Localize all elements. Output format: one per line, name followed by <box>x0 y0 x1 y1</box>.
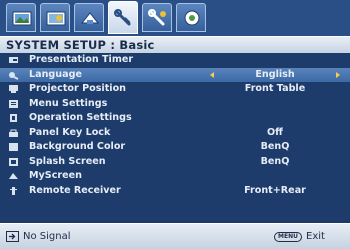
lock-icon <box>9 129 18 137</box>
menu-item-label: Language <box>29 68 82 80</box>
menu-item-label: Splash Screen <box>29 155 106 167</box>
tab-system-setup-advanced[interactable] <box>142 3 172 32</box>
menu-item-value: English <box>255 68 295 80</box>
menu-item-operation-settings[interactable]: Operation Settings <box>0 111 350 126</box>
menu-item-background-color[interactable]: Background Color BenQ <box>0 140 350 155</box>
menu-item-value: Front+Rear <box>244 184 306 196</box>
splash-screen-icon <box>9 157 18 166</box>
tab-display[interactable] <box>74 3 104 32</box>
status-bar: No Signal MENU Exit <box>0 223 350 249</box>
myscreen-icon <box>9 173 18 179</box>
menu-item-value: BenQ <box>260 155 290 167</box>
projector-position-icon <box>9 85 18 93</box>
menu-item-presentation-timer[interactable]: Presentation Timer <box>0 53 350 68</box>
background-color-icon <box>9 143 18 151</box>
menu-tab-strip <box>0 0 350 36</box>
menu-settings-icon <box>9 99 18 108</box>
picture-advanced-icon <box>46 11 66 26</box>
menu-item-label: Background Color <box>29 141 126 152</box>
tab-picture[interactable] <box>6 3 36 32</box>
menu-item-label: Projector Position <box>29 83 127 94</box>
menu-item-value: BenQ <box>260 141 290 152</box>
menu-item-label: MyScreen <box>29 170 82 181</box>
menu-item-myscreen[interactable]: MyScreen <box>0 169 350 184</box>
menu-item-value: Front Table <box>244 83 306 94</box>
menu-item-language[interactable]: Language English <box>0 67 350 82</box>
menu-item-label: Menu Settings <box>29 97 108 109</box>
arrow-right-icon[interactable] <box>336 71 340 78</box>
input-source-icon <box>6 231 19 242</box>
menu-item-label: Panel Key Lock <box>29 126 111 138</box>
picture-icon <box>12 11 32 26</box>
tab-picture-advanced[interactable] <box>40 3 70 32</box>
projector-osd: SYSTEM SETUP : Basic Presentation Timer … <box>0 0 350 249</box>
system-setup-basic-icon <box>114 9 131 26</box>
operation-settings-icon <box>10 114 17 122</box>
menu-item-panel-key-lock[interactable]: Panel Key Lock Off <box>0 126 350 141</box>
menu-item-label: Operation Settings <box>29 112 132 123</box>
menu-item-remote-receiver[interactable]: Remote Receiver Front+Rear <box>0 184 350 199</box>
exit-label: Exit <box>306 231 325 242</box>
menu-key-icon[interactable]: MENU <box>274 232 302 242</box>
information-icon <box>184 10 200 26</box>
tab-system-setup-basic[interactable] <box>108 1 138 34</box>
tab-information[interactable] <box>176 3 206 32</box>
menu-item-label: Remote Receiver <box>29 184 121 196</box>
menu-item-label: Presentation Timer <box>29 54 134 65</box>
display-icon <box>80 12 100 24</box>
menu-item-projector-position[interactable]: Projector Position Front Table <box>0 82 350 97</box>
language-icon <box>9 71 19 80</box>
arrow-left-icon[interactable] <box>210 71 214 78</box>
menu-item-menu-settings[interactable]: Menu Settings <box>0 97 350 112</box>
signal-status: No Signal <box>23 231 71 242</box>
system-setup-advanced-icon <box>148 9 166 26</box>
menu-key-label: MENU <box>278 233 298 240</box>
menu-item-splash-screen[interactable]: Splash Screen BenQ <box>0 155 350 170</box>
menu-item-value: Off <box>267 126 283 138</box>
timer-icon <box>9 57 18 63</box>
page-title: SYSTEM SETUP : Basic <box>6 38 155 52</box>
menu-header: SYSTEM SETUP : Basic <box>0 36 350 54</box>
remote-receiver-icon <box>10 186 17 195</box>
menu-list: Presentation Timer Language English Proj… <box>0 53 350 221</box>
